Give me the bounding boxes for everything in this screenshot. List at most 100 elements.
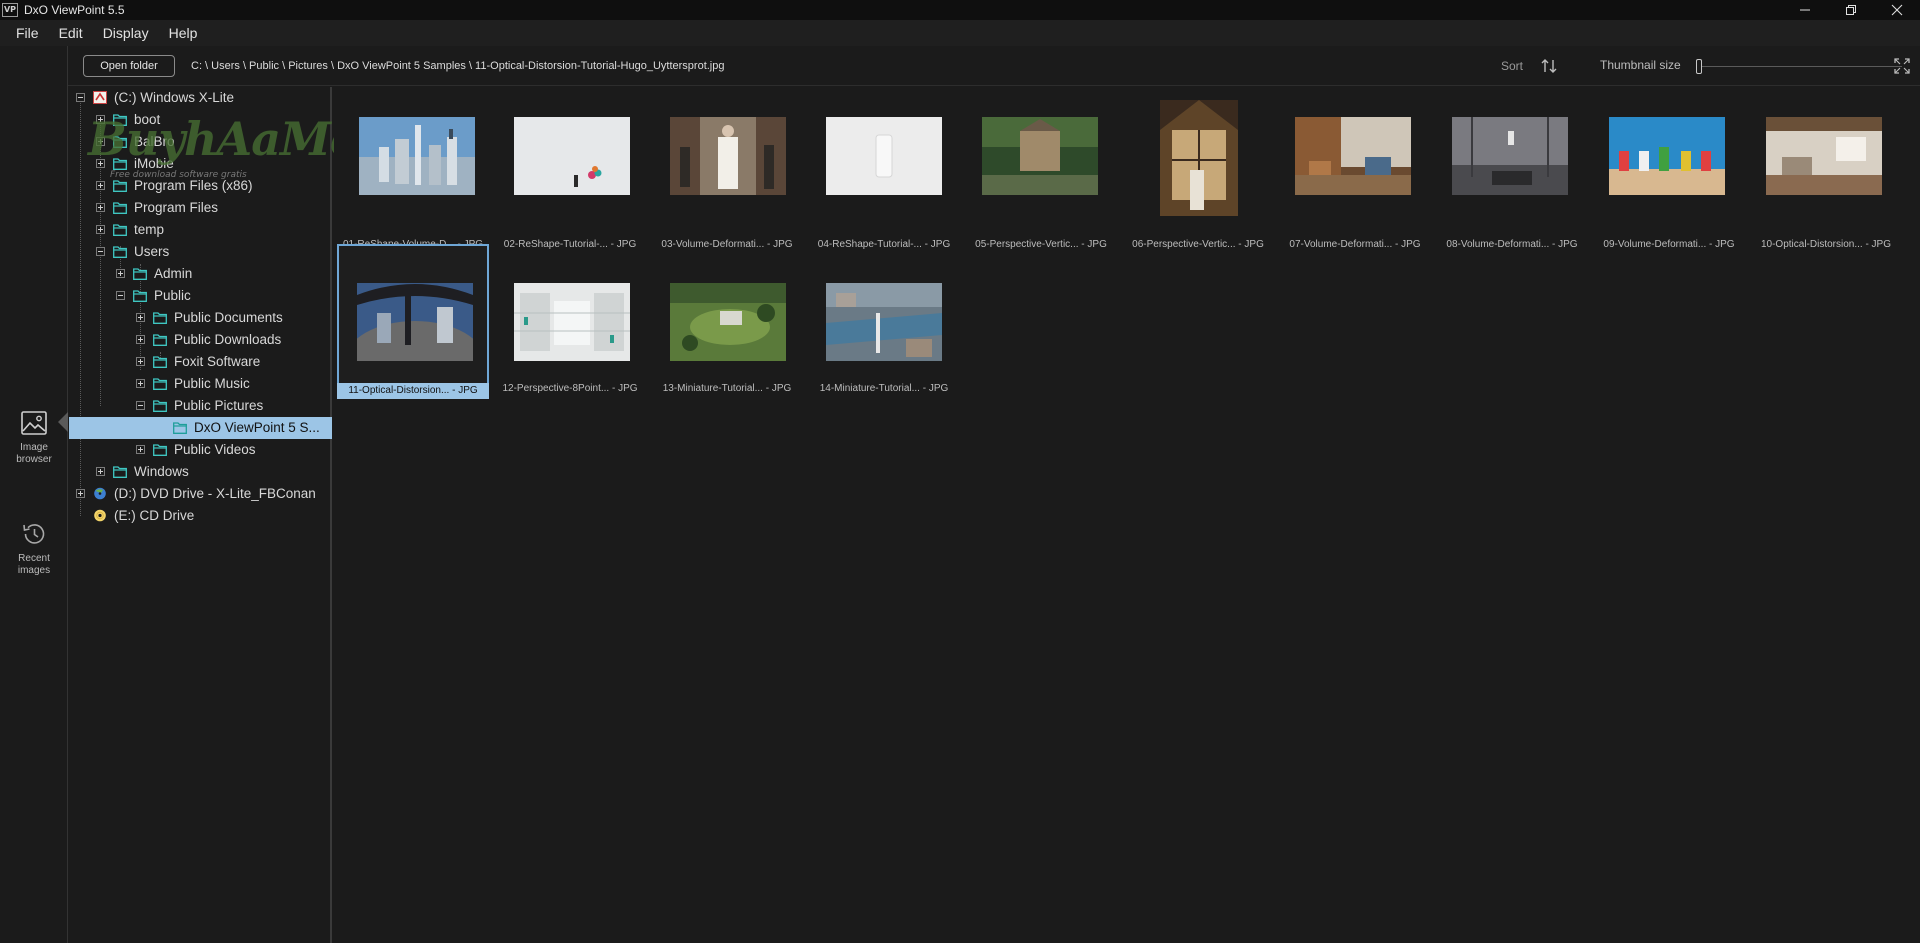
collapse-toggle[interactable]: [96, 247, 105, 256]
thumbnail-size-slider-handle[interactable]: [1696, 59, 1702, 74]
tree-label: Program Files: [134, 200, 219, 215]
tree-folder-program-files[interactable]: Program Files: [69, 197, 332, 219]
tree-drive-e[interactable]: (E:) CD Drive: [69, 505, 332, 527]
photo-castle-icon: [982, 117, 1098, 195]
open-folder-button[interactable]: Open folder: [83, 55, 175, 77]
thumbnail-image: [1609, 117, 1725, 195]
cd-drive-icon: [94, 509, 106, 522]
thumbnail-size-label: Thumbnail size: [1600, 58, 1681, 72]
thumbnail-item[interactable]: 07-Volume-Deformati... - JPG: [1279, 100, 1431, 254]
expand-toggle[interactable]: [96, 137, 105, 146]
menu-edit[interactable]: Edit: [49, 20, 93, 46]
tree-label: DxO ViewPoint 5 S...: [194, 420, 320, 435]
tree-drive-d[interactable]: (D:) DVD Drive - X-Lite_FBConan: [69, 483, 332, 505]
thumbnail-item[interactable]: 06-Perspective-Vertic... - JPG: [1122, 100, 1274, 254]
tree-label: temp: [134, 222, 165, 237]
tree-label: (D:) DVD Drive - X-Lite_FBConan: [114, 486, 316, 501]
tree-folder-public-videos[interactable]: Public Videos: [69, 439, 332, 461]
menu-help[interactable]: Help: [159, 20, 208, 46]
thumbnail-item[interactable]: 10-Optical-Distorsion... - JPG: [1750, 100, 1902, 254]
image-browser-label: Image browser: [16, 442, 52, 465]
tree-folder-admin[interactable]: Admin: [69, 263, 332, 285]
tree-folder-boot[interactable]: boot: [69, 109, 332, 131]
thumbnail-item-selected[interactable]: 11-Optical-Distorsion... - JPG: [337, 244, 489, 399]
tree-folder-public-pictures[interactable]: Public Pictures: [69, 395, 332, 417]
thumbnail-image: [1160, 100, 1238, 216]
expand-toggle[interactable]: [96, 115, 105, 124]
tree-label: Public Downloads: [174, 332, 282, 347]
tree-drive-c[interactable]: (C:) Windows X-Lite: [69, 87, 332, 109]
thumbnail-image: [1452, 117, 1568, 195]
sort-icon[interactable]: [1540, 57, 1558, 75]
recent-images-label: Recent images: [17, 553, 51, 576]
thumbnail-item[interactable]: 14-Miniature-Tutorial... - JPG: [808, 244, 960, 398]
expand-toggle[interactable]: [136, 379, 145, 388]
thumbnail-item[interactable]: 12-Perspective-8Point... - JPG: [494, 244, 646, 398]
expand-toggle[interactable]: [96, 203, 105, 212]
expand-toggle[interactable]: [136, 357, 145, 366]
tree-folder-users[interactable]: Users: [69, 241, 332, 263]
tree-folder-balbro[interactable]: BalBro: [69, 131, 332, 153]
thumbnail-item[interactable]: 03-Volume-Deformati... - JPG: [651, 100, 803, 254]
thumbnail-item[interactable]: 01-ReShape-Volume-D... - JPG: [337, 100, 489, 254]
tree-folder-imobie[interactable]: iMobie: [69, 153, 332, 175]
tree-folder-windows[interactable]: Windows: [69, 461, 332, 483]
folder-tree: (C:) Windows X-Lite boot BalBro iMobie P…: [69, 87, 332, 943]
tree-label: Users: [134, 244, 170, 259]
restore-button[interactable]: [1828, 0, 1874, 20]
expand-toggle[interactable]: [76, 489, 85, 498]
expand-toggle[interactable]: [96, 225, 105, 234]
expand-toggle[interactable]: [96, 181, 105, 190]
folder-open-icon: [113, 246, 127, 258]
thumbnail-caption: 09-Volume-Deformati... - JPG: [1603, 239, 1735, 250]
tree-label: (E:) CD Drive: [114, 508, 195, 523]
thumbnail-grid: 01-ReShape-Volume-D... - JPG 02-ReShape-…: [334, 87, 1920, 943]
thumbnail-item[interactable]: 09-Volume-Deformati... - JPG: [1593, 100, 1745, 254]
tree-folder-foxit-software[interactable]: Foxit Software: [69, 351, 332, 373]
thumbnail-image: [1295, 117, 1411, 195]
collapse-toggle[interactable]: [136, 401, 145, 410]
collapse-toggle[interactable]: [76, 93, 85, 102]
toolbar: Open folder C: \ Users \ Public \ Pictur…: [68, 46, 1920, 86]
thumbnail-image: [826, 117, 942, 195]
photo-figures-icon: [1609, 117, 1725, 195]
photo-living-room-icon: [1295, 117, 1411, 195]
photo-wedding-icon: [670, 117, 786, 195]
tree-folder-temp[interactable]: temp: [69, 219, 332, 241]
minimize-button[interactable]: [1782, 0, 1828, 20]
fullscreen-icon[interactable]: [1894, 58, 1910, 74]
expand-toggle[interactable]: [96, 467, 105, 476]
collapse-toggle[interactable]: [116, 291, 125, 300]
folder-icon: [113, 180, 127, 192]
photo-library-icon: [514, 283, 630, 361]
menu-display[interactable]: Display: [93, 20, 159, 46]
thumbnail-item[interactable]: 02-ReShape-Tutorial-... - JPG: [494, 100, 646, 254]
tree-label: Public Pictures: [174, 398, 264, 413]
folder-icon: [153, 378, 167, 390]
tree-folder-public-downloads[interactable]: Public Downloads: [69, 329, 332, 351]
tree-folder-program-files-x86[interactable]: Program Files (x86): [69, 175, 332, 197]
expand-toggle[interactable]: [116, 269, 125, 278]
thumbnail-item[interactable]: 05-Perspective-Vertic... - JPG: [965, 100, 1117, 254]
close-button[interactable]: [1874, 0, 1920, 20]
expand-toggle[interactable]: [96, 159, 105, 168]
tree-folder-public-music[interactable]: Public Music: [69, 373, 332, 395]
expand-toggle[interactable]: [136, 335, 145, 344]
expand-toggle[interactable]: [136, 313, 145, 322]
thumbnail-caption: 14-Miniature-Tutorial... - JPG: [819, 383, 949, 394]
recent-images-tab[interactable]: Recent images: [0, 519, 68, 577]
window-title: DxO ViewPoint 5.5: [24, 3, 125, 17]
thumbnail-caption: 13-Miniature-Tutorial... - JPG: [662, 383, 792, 394]
tree-folder-public[interactable]: Public: [69, 285, 332, 307]
thumbnail-image: [359, 117, 475, 195]
tree-folder-public-documents[interactable]: Public Documents: [69, 307, 332, 329]
title-bar: VP DxO ViewPoint 5.5: [0, 0, 1920, 20]
thumbnail-item[interactable]: 13-Miniature-Tutorial... - JPG: [651, 244, 803, 398]
menu-file[interactable]: File: [6, 20, 49, 46]
tree-folder-dxo-viewpoint-samples[interactable]: DxO ViewPoint 5 S...: [69, 417, 332, 439]
thumbnail-item[interactable]: 08-Volume-Deformati... - JPG: [1436, 100, 1588, 254]
thumbnail-item[interactable]: 04-ReShape-Tutorial-... - JPG: [808, 100, 960, 254]
window-controls: [1782, 0, 1920, 20]
expand-toggle[interactable]: [136, 445, 145, 454]
thumbnail-size-slider-track[interactable]: [1696, 66, 1902, 67]
